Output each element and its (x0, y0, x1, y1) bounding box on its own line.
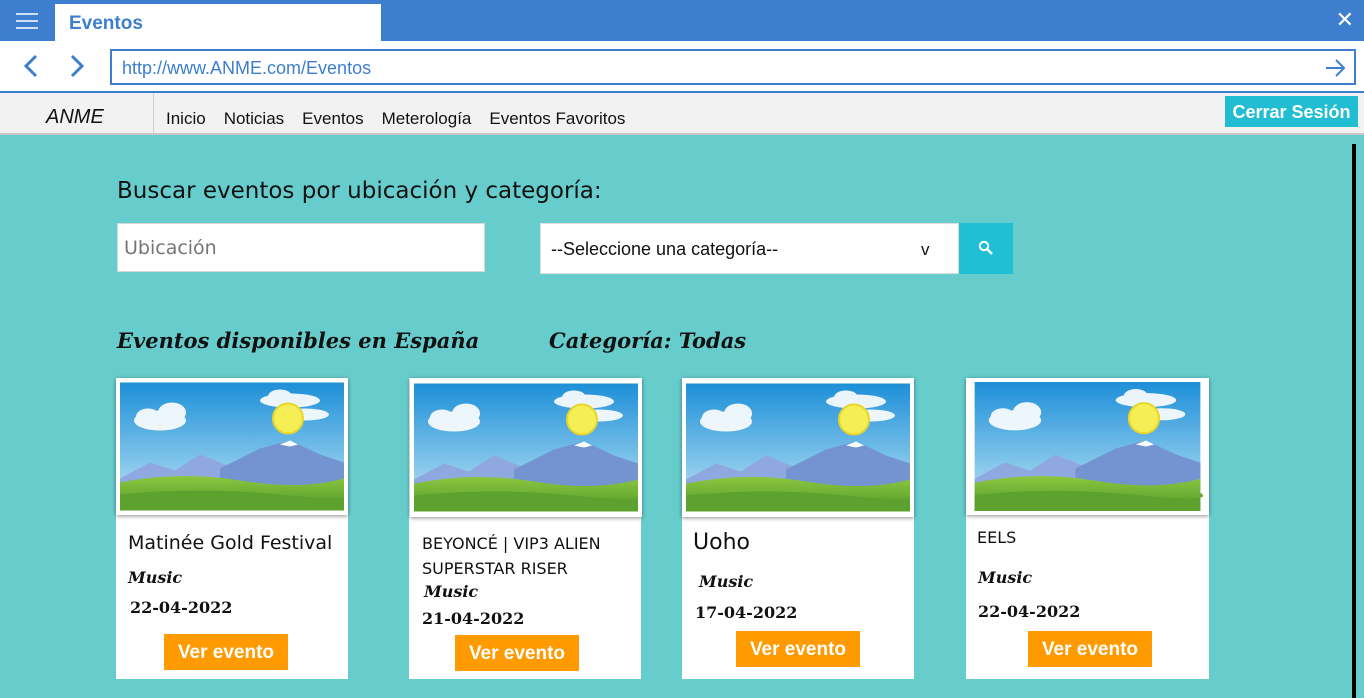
view-event-button[interactable]: Ver evento (736, 631, 860, 667)
event-card: Uoho Music 17-04-2022 Ver evento (682, 378, 914, 679)
event-card: EELS Music 22-04-2022 Ver evento (966, 378, 1209, 679)
landscape-image-icon (120, 382, 344, 511)
brand[interactable]: ANME (0, 93, 154, 133)
search-button[interactable] (959, 223, 1013, 274)
landscape-image-icon (414, 382, 638, 513)
chevron-down-icon: v (921, 240, 930, 259)
category-select[interactable]: --Seleccione una categoría-- v (540, 223, 959, 274)
scrollbar[interactable] (1352, 144, 1356, 698)
view-event-button[interactable]: Ver evento (1028, 631, 1152, 667)
event-category: Music (128, 568, 183, 587)
available-events-label: Eventos disponibles en España (117, 328, 480, 353)
category-filter-label: Categoría: Todas (549, 328, 747, 353)
go-arrow-icon[interactable] (1324, 57, 1346, 79)
event-category: Music (424, 582, 479, 601)
nav-item-meterologia[interactable]: Meterología (382, 109, 472, 129)
forward-arrow-icon[interactable] (64, 53, 88, 79)
event-date: 17-04-2022 (695, 603, 798, 622)
view-event-button[interactable]: Ver evento (455, 635, 579, 671)
event-image (410, 378, 642, 517)
event-title: BEYONCÉ | VIP3 ALIEN SUPERSTAR RISER (422, 534, 601, 578)
nav-item-eventos[interactable]: Eventos (302, 109, 363, 129)
event-category: Music (699, 572, 754, 591)
browser-tab[interactable]: Eventos (55, 4, 381, 41)
close-icon[interactable]: ✕ (1336, 6, 1354, 34)
event-date: 21-04-2022 (422, 609, 525, 628)
category-selected-value: --Seleccione una categoría-- (551, 239, 779, 259)
event-title: EELS (977, 528, 1017, 547)
nav-item-noticias[interactable]: Noticias (224, 109, 284, 129)
event-date: 22-04-2022 (978, 602, 1081, 621)
logout-button[interactable]: Cerrar Sesión (1225, 96, 1358, 127)
landscape-image-icon (970, 382, 1205, 511)
event-card: BEYONCÉ | VIP3 ALIEN SUPERSTAR RISER Mus… (409, 378, 642, 679)
event-title: Matinée Gold Festival (128, 532, 333, 554)
event-date: 22-04-2022 (130, 598, 233, 617)
tab-title: Eventos (69, 13, 143, 34)
nav-menu: Inicio Noticias Eventos Meterología Even… (166, 109, 625, 129)
menu-icon[interactable] (16, 13, 38, 29)
view-event-button[interactable]: Ver evento (164, 634, 288, 670)
address-bar: http://www.ANME.com/Eventos (0, 41, 1364, 93)
back-arrow-icon[interactable] (20, 53, 44, 79)
nav-item-eventos-favoritos[interactable]: Eventos Favoritos (489, 109, 625, 129)
location-input[interactable] (117, 223, 485, 272)
search-icon (978, 240, 993, 255)
event-card: Matinée Gold Festival Music 22-04-2022 V… (116, 378, 348, 679)
event-image (682, 378, 914, 517)
event-category: Music (978, 568, 1033, 587)
event-image (116, 378, 348, 515)
url-text: http://www.ANME.com/Eventos (122, 58, 372, 78)
event-title: Uoho (693, 530, 750, 555)
url-input[interactable]: http://www.ANME.com/Eventos (110, 49, 1356, 85)
browser-top-bar: Eventos ✕ (0, 0, 1364, 41)
brand-name: ANME (46, 106, 104, 128)
search-heading: Buscar eventos por ubicación y categoría… (117, 178, 602, 204)
nav-item-inicio[interactable]: Inicio (166, 109, 206, 129)
landscape-image-icon (686, 382, 910, 513)
event-image (966, 378, 1209, 515)
app-navbar: ANME Inicio Noticias Eventos Meterología… (0, 93, 1364, 135)
